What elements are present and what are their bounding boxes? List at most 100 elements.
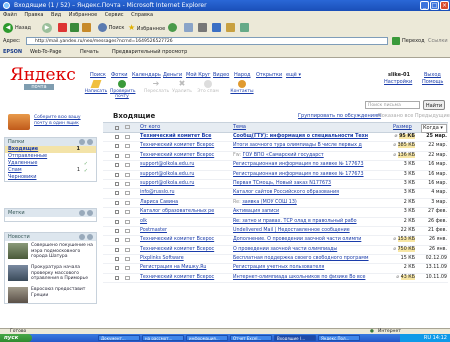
table-row[interactable]: Каталог образовательных ре Активация запи… xyxy=(103,208,448,218)
row-checkbox[interactable] xyxy=(115,247,119,252)
nav-more[interactable]: ещё ▾ xyxy=(286,72,301,78)
column-from[interactable]: От кого xyxy=(140,123,160,132)
url-input[interactable]: http://mail.yandex.ru/neo/messages?ncrnd… xyxy=(26,37,388,45)
subject-link[interactable]: заявка (МОУ СОШ 13) xyxy=(242,200,297,205)
row-checkbox[interactable] xyxy=(115,228,119,233)
discuss-button[interactable] xyxy=(226,22,235,34)
news-text[interactable]: Прокуратура начала проверку массового от… xyxy=(31,265,95,282)
row-checkbox[interactable] xyxy=(115,135,119,139)
nav-money[interactable]: Деньги xyxy=(163,72,182,78)
back-button[interactable]: ◀ Назад xyxy=(3,22,31,34)
user-login[interactable]: slike-01 xyxy=(388,72,410,78)
settings-link[interactable]: Настройки xyxy=(384,79,412,85)
select-all-checkbox[interactable] xyxy=(115,125,119,130)
subject[interactable]: Каталог сайтов Российского образования xyxy=(233,189,383,197)
subject-link[interactable]: Сообщ(ГТУ): информация о специальности Т… xyxy=(233,134,368,139)
nav-search[interactable]: Поиск xyxy=(90,72,106,78)
table-row[interactable]: support@olkola.edu.ru Регистрационная инф… xyxy=(103,171,448,180)
column-size[interactable]: Размер xyxy=(393,123,412,132)
row-checkbox[interactable] xyxy=(115,153,119,158)
row-checkbox[interactable] xyxy=(115,210,119,215)
subject-link[interactable]: Интернет-олимпиада школьников по физике … xyxy=(233,275,365,280)
row-checkbox[interactable] xyxy=(115,257,119,262)
task-item-active[interactable]: Входящие (... xyxy=(274,335,316,341)
lang-indicator[interactable]: RU xyxy=(424,335,431,341)
tags-collapse-icon[interactable] xyxy=(87,210,93,216)
subject[interactable]: Fw: ГОУ ВПО «Самарский государст xyxy=(233,152,383,160)
sidebar-item-inbox[interactable]: Входящие 1 xyxy=(5,146,96,153)
close-button[interactable]: × xyxy=(440,1,449,10)
menu-tools[interactable]: Сервис xyxy=(102,11,127,20)
subject-link[interactable]: Итоги заочного тура олимпиады В числе пе… xyxy=(233,143,362,148)
subject-link[interactable]: Активация записи xyxy=(233,209,279,214)
news-settings-icon[interactable] xyxy=(79,234,85,240)
maximize-button[interactable]: □ xyxy=(430,1,439,10)
sender[interactable]: Регистрация на Мишку.Ru xyxy=(140,264,223,272)
edit-button[interactable] xyxy=(212,22,221,34)
task-item[interactable]: на рассмот... xyxy=(142,335,184,341)
forward-mail-button[interactable]: ➔ Переслать xyxy=(144,80,169,95)
spam-button[interactable]: Это спам xyxy=(196,80,220,94)
sender[interactable]: Технический комитет Всерос xyxy=(140,236,223,244)
menu-edit[interactable]: Правка xyxy=(21,11,46,20)
news-text[interactable]: Совершено покушение на мэра подмосковног… xyxy=(31,243,95,260)
table-row[interactable]: Регистрация на Мишку.Ru Регистрация учетн… xyxy=(103,264,448,274)
subject[interactable]: Активация записи xyxy=(233,208,383,216)
folder-collapse-icon[interactable] xyxy=(87,139,93,145)
task-item[interactable]: Отчет Excel... xyxy=(230,335,272,341)
menu-favorites[interactable]: Избранное xyxy=(66,11,100,20)
row-checkbox[interactable] xyxy=(115,181,119,186)
news-thumbnail[interactable] xyxy=(8,287,28,303)
home-button[interactable] xyxy=(82,22,91,34)
row-checkbox[interactable] xyxy=(115,219,119,224)
sender[interactable]: Технический комитет Всерос xyxy=(140,274,223,282)
subject[interactable]: Первая ТСмощь, Новый заказ N177673 xyxy=(233,180,383,188)
subject[interactable]: Бесплатная поддержка своего свободного п… xyxy=(233,255,383,263)
table-row[interactable]: support@olkola.edu.ru Первая ТСмощь, Новы… xyxy=(103,180,448,190)
print-button[interactable] xyxy=(198,22,207,34)
news-collapse-icon[interactable] xyxy=(87,234,93,240)
news-text[interactable]: Евросоюз предоставит Греции xyxy=(31,287,95,298)
search-button[interactable]: Поиск xyxy=(98,22,124,34)
sender[interactable]: Postmaster xyxy=(140,227,223,235)
subject[interactable]: Re: заявка (МОУ СОШ 13) xyxy=(233,199,383,207)
task-item[interactable]: информация... xyxy=(186,335,228,341)
table-row[interactable]: Технический комитет Всерос О проведении з… xyxy=(103,246,448,256)
row-checkbox[interactable] xyxy=(115,238,119,243)
sender[interactable]: Технический комитет Все xyxy=(140,133,223,141)
promo-text[interactable]: Соберите всю вашу почту в один ящик xyxy=(34,115,94,126)
contacts-button[interactable]: Контакты xyxy=(230,80,254,94)
menu-help[interactable]: Справка xyxy=(128,11,156,20)
mail-search-input[interactable]: Поиск письма xyxy=(365,101,420,109)
go-arrow-icon[interactable] xyxy=(392,37,400,45)
subject-link[interactable]: ГОУ ВПО «Самарский государст xyxy=(243,153,324,158)
sender[interactable]: Pixplinks Software xyxy=(140,255,223,263)
messenger-button[interactable] xyxy=(240,22,249,34)
subject-link[interactable]: Первая ТСмощь, Новый заказ N177673 xyxy=(233,181,331,186)
subject[interactable]: Итоги заочного тура олимпиады В числе пе… xyxy=(233,142,383,150)
sender[interactable]: Технический комитет Всерос xyxy=(140,142,223,150)
table-row[interactable]: support@olkola.edu.ru Регистрационная инф… xyxy=(103,161,448,171)
nav-video[interactable]: Видео xyxy=(213,72,229,78)
row-checkbox[interactable] xyxy=(115,163,119,168)
print-link[interactable]: Печать xyxy=(80,47,99,57)
row-checkbox[interactable] xyxy=(115,172,119,177)
minimize-button[interactable]: _ xyxy=(420,1,429,10)
compose-button[interactable]: Написать xyxy=(84,80,108,94)
subject-link[interactable]: Дополнение. О проведении заочной части о… xyxy=(233,237,361,242)
subject-link[interactable]: Undelivered Mail | Недоставленное сообще… xyxy=(233,228,350,233)
help-link[interactable]: Помощь xyxy=(422,79,443,85)
check-mail-button[interactable]: Проверить почту xyxy=(110,80,135,99)
news-item[interactable]: Прокуратура начала проверку массового от… xyxy=(5,263,96,285)
table-row[interactable]: Технический комитет Всерос Fw: ГОУ ВПО «С… xyxy=(103,152,448,162)
subject-link[interactable]: Re: затно и правах. ТСР олад в правольны… xyxy=(233,219,357,224)
subject[interactable]: Регистрация учетных пользователя xyxy=(233,264,383,272)
row-checkbox[interactable] xyxy=(115,275,119,280)
table-row[interactable]: info@russlo.ru Каталог сайтов Российского… xyxy=(103,189,448,199)
mail-button[interactable] xyxy=(184,22,193,34)
yandex-logo[interactable]: Яндекс почта xyxy=(10,66,76,92)
row-checkbox[interactable] xyxy=(115,144,119,149)
news-item[interactable]: Совершено покушение на мэра подмосковног… xyxy=(5,241,96,263)
subject-link[interactable]: Бесплатная поддержка своего свободного п… xyxy=(233,256,369,261)
folder-label[interactable]: Входящие xyxy=(8,146,38,152)
